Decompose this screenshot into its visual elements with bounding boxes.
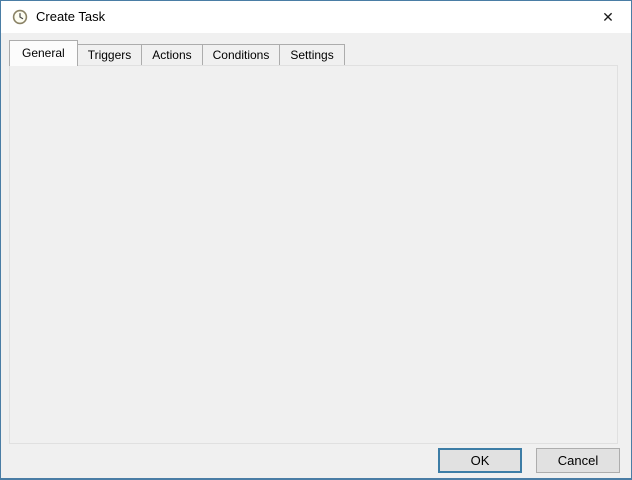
close-icon: ✕	[602, 9, 614, 25]
general-tab-page	[9, 65, 618, 444]
tab-conditions[interactable]: Conditions	[201, 44, 281, 66]
tab-strip: General Triggers Actions Conditions Sett…	[9, 40, 345, 66]
tab-triggers[interactable]: Triggers	[76, 44, 143, 66]
task-scheduler-clock-icon	[12, 9, 28, 25]
close-button[interactable]: ✕	[585, 1, 631, 33]
tab-settings[interactable]: Settings	[279, 44, 345, 66]
tab-actions[interactable]: Actions	[141, 44, 203, 66]
tab-general[interactable]: General	[9, 40, 78, 66]
title-bar: Create Task ✕	[1, 1, 631, 33]
create-task-dialog: Create Task ✕ General Triggers Actions C…	[0, 0, 632, 480]
ok-button[interactable]: OK	[438, 448, 522, 473]
cancel-button[interactable]: Cancel	[536, 448, 620, 473]
window-title: Create Task	[36, 9, 106, 24]
